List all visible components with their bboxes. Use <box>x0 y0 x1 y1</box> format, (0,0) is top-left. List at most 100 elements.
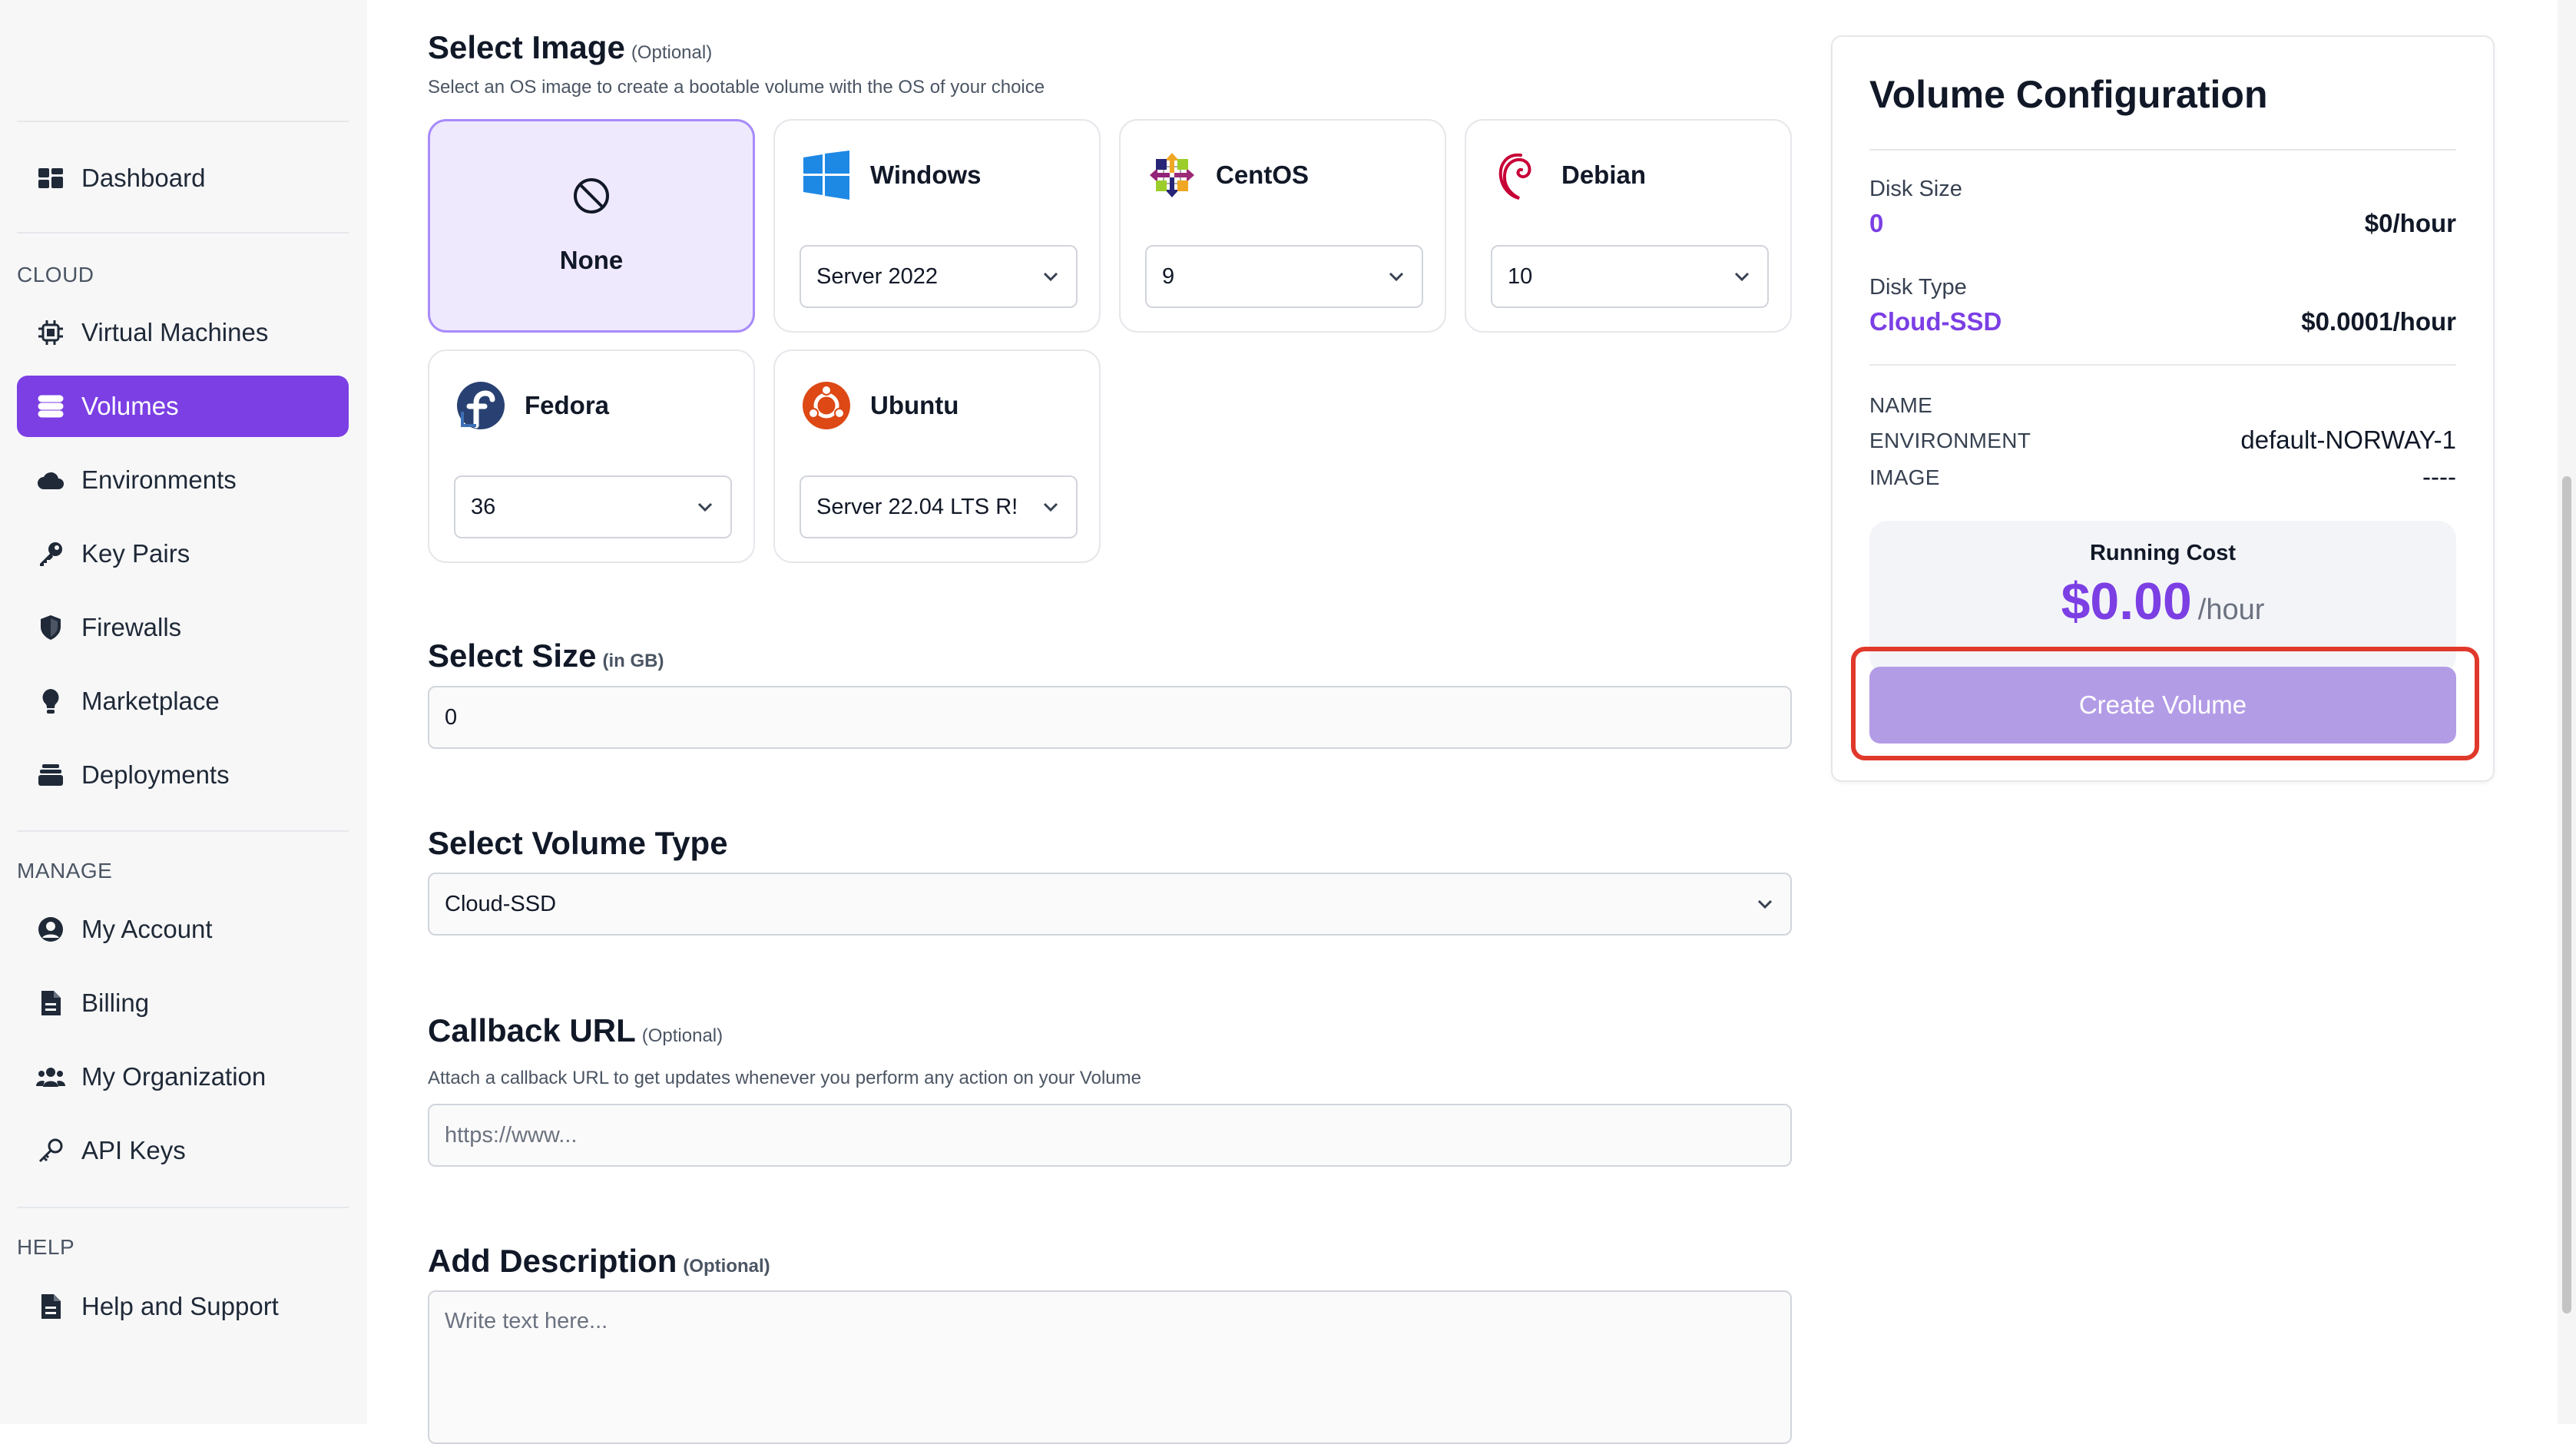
name-label: NAME <box>1869 393 1933 417</box>
windows-version-select[interactable]: Server 2022 <box>800 245 1078 308</box>
debian-version-select[interactable]: 10 <box>1491 245 1769 308</box>
sidebar-item-api-keys[interactable]: API Keys <box>17 1120 349 1181</box>
key-icon <box>35 538 66 569</box>
os-name: CentOS <box>1216 161 1310 189</box>
select-size-title: Select Size (in GB) <box>428 638 664 674</box>
sidebar-item-label: Dashboard <box>81 164 206 192</box>
sidebar-item-billing[interactable]: Billing <box>17 972 349 1034</box>
sidebar-item-label: Billing <box>81 989 150 1017</box>
os-name: Fedora <box>525 391 610 419</box>
volume-type-select[interactable]: Cloud-SSD <box>428 873 1792 936</box>
sidebar-item-marketplace[interactable]: Marketplace <box>17 671 349 732</box>
select-image-title: Select Image (Optional) <box>428 29 713 65</box>
sidebar-item-virtual-machines[interactable]: Virtual Machines <box>17 302 349 363</box>
disk-type-value: Cloud-SSD <box>1869 307 2002 336</box>
sidebar-item-label: API Keys <box>81 1136 186 1164</box>
database-icon <box>35 391 66 422</box>
image-label: IMAGE <box>1869 465 1940 489</box>
sidebar-item-label: Firewalls <box>81 613 182 641</box>
running-cost-label: Running Cost <box>2089 541 2237 565</box>
lightbulb-icon <box>35 686 66 717</box>
sidebar-divider <box>17 232 349 233</box>
select-image-subtitle: Select an OS image to create a bootable … <box>428 77 1045 98</box>
select-volume-type-title: Select Volume Type <box>428 825 728 861</box>
centos-version-select[interactable]: 9 <box>1145 245 1423 308</box>
add-description-title: Add Description (Optional) <box>428 1243 770 1279</box>
key-outline-icon <box>35 1135 66 1166</box>
os-card-windows[interactable]: Windows Server 2022 <box>773 119 1101 333</box>
sidebar-item-dashboard[interactable]: Dashboard <box>17 147 349 209</box>
sidebar-divider <box>17 830 349 832</box>
dashboard-icon <box>35 163 66 194</box>
panel-divider <box>1869 149 2456 151</box>
size-input[interactable]: 0 <box>428 686 1792 749</box>
os-card-fedora[interactable]: Fedora 36 <box>428 349 755 563</box>
sidebar-item-firewalls[interactable]: Firewalls <box>17 597 349 658</box>
sidebar-item-label: Volumes <box>81 392 179 420</box>
cloud-icon <box>35 465 66 495</box>
debian-logo-icon <box>1492 150 1543 200</box>
windows-logo-icon <box>801 150 852 200</box>
environment-value: default-NORWAY-1 <box>2240 426 2456 454</box>
ubuntu-logo-icon <box>801 380 852 431</box>
chevron-down-icon <box>1389 272 1404 282</box>
centos-logo-icon <box>1147 150 1197 200</box>
chevron-down-icon <box>1043 272 1058 282</box>
sidebar-item-volumes[interactable]: Volumes <box>17 376 349 437</box>
image-value: ---- <box>2422 462 2456 491</box>
disk-type-price: $0.0001/hour <box>2301 307 2456 336</box>
user-circle-icon <box>35 914 66 945</box>
running-cost: $0.00/hour <box>1869 571 2456 631</box>
sidebar-item-key-pairs[interactable]: Key Pairs <box>17 523 349 585</box>
document-icon <box>35 988 66 1018</box>
sidebar: Dashboard CLOUD Virtual Machines Volumes… <box>0 0 367 1424</box>
sidebar-item-label: Help and Support <box>81 1292 279 1320</box>
sidebar-item-label: Environments <box>81 465 237 494</box>
shield-icon <box>35 612 66 643</box>
sidebar-section-manage: MANAGE <box>17 859 113 883</box>
panel-title: Volume Configuration <box>1869 73 2268 116</box>
os-card-ubuntu[interactable]: Ubuntu Server 22.04 LTS R! <box>773 349 1101 563</box>
ubuntu-version-select[interactable]: Server 22.04 LTS R! <box>800 475 1078 538</box>
callback-url-input[interactable]: https://www... <box>428 1104 1792 1167</box>
chevron-down-icon <box>697 502 713 512</box>
cpu-icon <box>35 317 66 348</box>
sidebar-item-deployments[interactable]: Deployments <box>17 744 349 806</box>
sidebar-item-label: Marketplace <box>81 687 220 715</box>
sidebar-item-environments[interactable]: Environments <box>17 449 349 511</box>
callback-url-title: Callback URL (Optional) <box>428 1012 723 1048</box>
disk-size-value: 0 <box>1869 209 1884 237</box>
sidebar-divider <box>17 1207 349 1208</box>
os-card-debian[interactable]: Debian 10 <box>1465 119 1792 333</box>
os-card-none[interactable]: None <box>428 119 755 333</box>
disk-size-price: $0/hour <box>2364 209 2456 237</box>
sidebar-section-help: HELP <box>17 1235 75 1259</box>
callback-url-subtitle: Attach a callback URL to get updates whe… <box>428 1068 1141 1088</box>
os-name: Ubuntu <box>870 391 959 419</box>
sidebar-item-my-organization[interactable]: My Organization <box>17 1046 349 1108</box>
panel-divider <box>1869 364 2456 366</box>
layers-icon <box>35 760 66 790</box>
sidebar-item-help-support[interactable]: Help and Support <box>17 1276 349 1337</box>
chevron-down-icon <box>1757 899 1773 909</box>
document-icon <box>35 1291 66 1322</box>
os-name: Debian <box>1561 161 1647 189</box>
fedora-version-select[interactable]: 36 <box>454 475 732 538</box>
chevron-down-icon <box>1734 272 1750 282</box>
os-name: Windows <box>870 161 982 189</box>
disk-size-label: Disk Size <box>1869 177 1962 201</box>
sidebar-item-label: Virtual Machines <box>81 318 269 346</box>
disk-type-label: Disk Type <box>1869 275 1967 300</box>
sidebar-item-my-account[interactable]: My Account <box>17 899 349 960</box>
highlight-box <box>1851 647 2479 760</box>
chevron-down-icon <box>1043 502 1058 512</box>
os-card-centos[interactable]: CentOS 9 <box>1119 119 1446 333</box>
environment-label: ENVIRONMENT <box>1869 429 2031 452</box>
sidebar-item-label: My Organization <box>81 1062 267 1091</box>
running-cost-unit: /hour <box>2197 594 2265 626</box>
sidebar-item-label: My Account <box>81 915 213 943</box>
running-cost-value: $0.00 <box>2061 572 2192 631</box>
description-textarea[interactable]: Write text here... <box>428 1290 1792 1444</box>
scrollbar-thumb[interactable] <box>2562 476 2571 1313</box>
os-name: None <box>559 246 624 274</box>
